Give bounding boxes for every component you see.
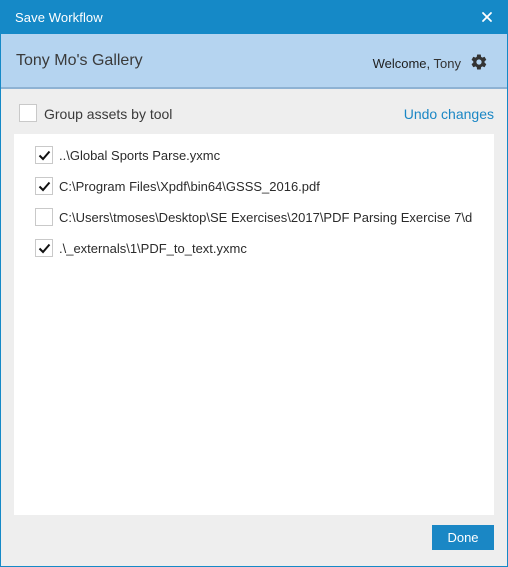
done-button[interactable]: Done (432, 525, 494, 550)
asset-checkbox[interactable] (35, 208, 53, 226)
asset-list: ..\Global Sports Parse.yxmc C:\Program F… (14, 134, 494, 515)
gallery-name: Tony Mo's Gallery (16, 52, 143, 69)
list-item: ..\Global Sports Parse.yxmc (14, 145, 494, 167)
welcome-prefix: Welcome, (372, 56, 431, 71)
close-icon[interactable] (477, 7, 497, 27)
checkmark-icon (38, 243, 51, 254)
asset-path: C:\Users\tmoses\Desktop\SE Exercises\201… (59, 210, 473, 225)
checkmark-icon (38, 181, 51, 192)
list-item: C:\Users\tmoses\Desktop\SE Exercises\201… (14, 207, 494, 229)
asset-path: .\_externals\1\PDF_to_text.yxmc (59, 241, 247, 256)
user-name: Tony (433, 56, 461, 71)
list-item: C:\Program Files\Xpdf\bin64\GSSS_2016.pd… (14, 176, 494, 198)
group-assets-checkbox[interactable] (19, 104, 37, 122)
asset-checkbox[interactable] (35, 146, 53, 164)
asset-checkbox[interactable] (35, 239, 53, 257)
save-workflow-dialog: Save Workflow Tony Mo's Gallery Welcome,… (0, 0, 508, 567)
list-item: .\_externals\1\PDF_to_text.yxmc (14, 238, 494, 260)
group-assets-label: Group assets by tool (44, 106, 173, 122)
checkmark-icon (38, 150, 51, 161)
welcome-text: Welcome, Tony (373, 56, 461, 71)
title-bar: Save Workflow (1, 1, 507, 34)
options-row: Group assets by tool Undo changes (1, 101, 507, 127)
undo-changes-link[interactable]: Undo changes (404, 106, 494, 122)
window-title: Save Workflow (15, 10, 103, 25)
gallery-header: Tony Mo's Gallery Welcome, Tony (1, 34, 507, 89)
asset-path: ..\Global Sports Parse.yxmc (59, 148, 221, 163)
gear-icon[interactable] (470, 53, 488, 71)
asset-checkbox[interactable] (35, 177, 53, 195)
asset-path: C:\Program Files\Xpdf\bin64\GSSS_2016.pd… (59, 179, 320, 194)
